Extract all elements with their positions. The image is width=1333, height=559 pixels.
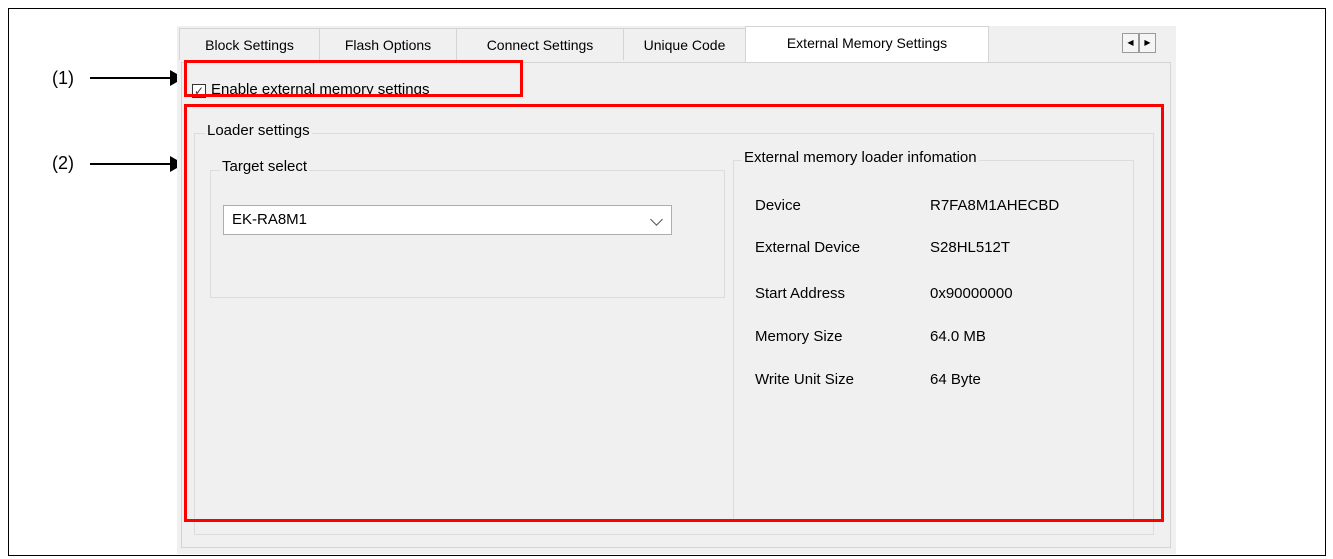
tab-connect-settings[interactable]: Connect Settings — [456, 28, 624, 60]
callout-label-2: (2) — [52, 153, 74, 173]
triangle-left-icon[interactable]: ◀ — [1122, 33, 1139, 53]
tab-flash-options[interactable]: Flash Options — [319, 28, 457, 60]
highlight-box-1 — [184, 60, 523, 97]
tab-external-memory-settings[interactable]: External Memory Settings — [745, 26, 989, 62]
tab-scroll-buttons: ◀ ▶ — [1122, 33, 1156, 53]
callout-arrow-2 — [90, 156, 184, 172]
tab-unique-code[interactable]: Unique Code — [623, 28, 746, 60]
tab-strip: Block Settings Flash Options Connect Set… — [177, 26, 1176, 62]
callout-label-1: (1) — [52, 68, 74, 88]
triangle-right-icon[interactable]: ▶ — [1139, 33, 1156, 53]
callout-arrow-1 — [90, 70, 184, 86]
tab-block-settings[interactable]: Block Settings — [179, 28, 320, 60]
highlight-box-2 — [184, 104, 1164, 522]
